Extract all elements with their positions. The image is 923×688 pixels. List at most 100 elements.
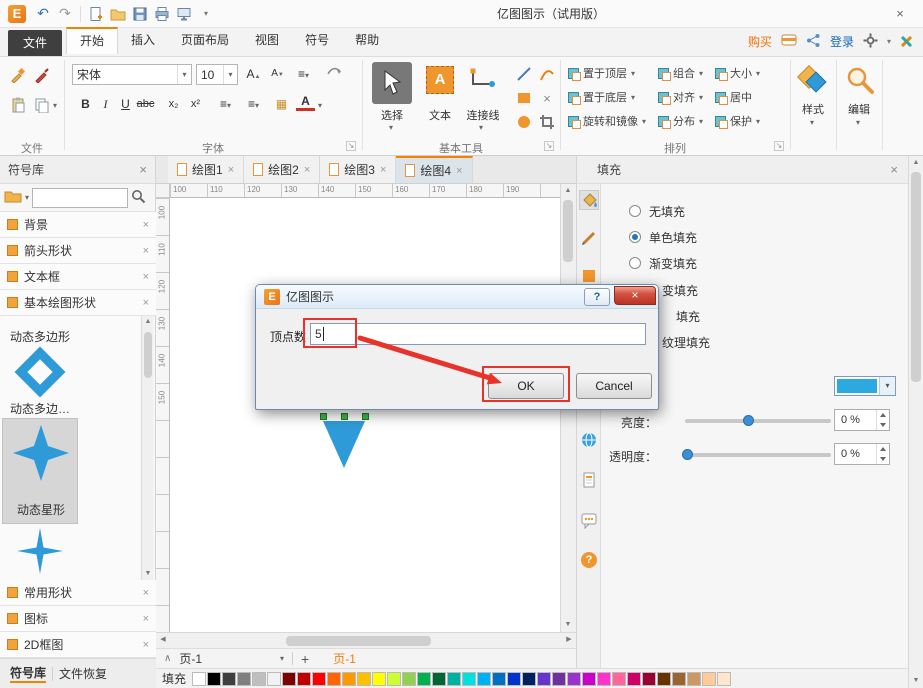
drawing-canvas[interactable] [170,198,560,632]
close-icon[interactable]: × [143,639,149,651]
crop-tool-icon[interactable] [537,112,557,132]
triangle-shape[interactable] [323,421,365,468]
chevron-down-icon[interactable]: ▾ [479,123,483,132]
fill-option[interactable]: 渐变填充 [629,250,697,276]
brightness-slider-handle[interactable] [743,415,754,426]
page-tab[interactable]: 页-1 [179,650,202,667]
chevron-down-icon[interactable]: ▾ [25,193,29,202]
align-text-icon[interactable]: ≡▾ [294,64,313,84]
edit-tool-icon[interactable] [845,65,875,98]
close-icon[interactable]: × [304,164,310,176]
hyperlink-globe-icon[interactable] [579,430,599,450]
style-button-label[interactable]: 样式 [790,101,836,117]
delete-tool-icon[interactable]: × [537,88,557,108]
palette-swatch[interactable] [297,672,311,686]
arrange-button[interactable]: 置于底层▾ [568,87,646,107]
edraw-promo-icon[interactable] [900,35,913,48]
palette-swatch[interactable] [627,672,641,686]
select-tool-icon[interactable] [372,62,412,104]
opacity-slider-handle[interactable] [682,449,693,460]
bold-button[interactable]: B [76,94,95,114]
symbol-category[interactable]: 图标× [0,606,156,632]
arrange-button[interactable]: 旋转和镜像▾ [568,111,646,131]
arrange-button[interactable]: 居中 [715,87,760,107]
scroll-up-icon[interactable]: ▲ [561,184,575,198]
file-menu-button[interactable]: 文件 [8,30,62,56]
menu-tab[interactable]: 开始 [66,27,118,54]
palette-swatch[interactable] [537,672,551,686]
palette-swatch[interactable] [237,672,251,686]
spinner-up-icon[interactable] [877,444,889,454]
scrollbar-thumb[interactable] [286,636,431,646]
text-direction-icon[interactable] [324,64,343,84]
palette-swatch[interactable] [222,672,236,686]
chevron-down-icon[interactable]: ▾ [53,101,57,110]
menu-tab[interactable]: 页面布局 [168,27,242,54]
line-tool-icon[interactable] [514,64,534,84]
line-spacing-icon[interactable]: ≡▾ [216,94,235,114]
cancel-button[interactable]: Cancel [576,373,652,399]
scroll-down-icon[interactable]: ▼ [909,674,923,688]
dialog-help-button[interactable]: ? [584,288,610,306]
close-icon[interactable]: × [143,587,149,599]
arrange-button[interactable]: 组合▾ [658,63,703,83]
scrollbar-thumb[interactable] [911,172,921,382]
symbol-item-selected[interactable]: 动态星形 [2,418,78,524]
scrollbar-thumb[interactable] [563,200,573,262]
select-tool-label[interactable]: 选择 [368,107,416,123]
chevron-down-icon[interactable]: ▾ [389,123,393,132]
chevron-down-icon[interactable]: ▾ [318,101,322,110]
palette-swatch[interactable] [612,672,626,686]
page-list-dropdown-icon[interactable]: ▾ [280,654,284,663]
palette-swatch[interactable] [477,672,491,686]
connector-tool-label[interactable]: 连接线 [458,107,508,123]
close-icon[interactable]: × [228,164,234,176]
radio-icon[interactable] [629,257,641,269]
spinner-up-icon[interactable] [877,410,889,420]
share-icon[interactable] [806,33,821,51]
italic-button[interactable]: I [96,94,115,114]
scroll-up-icon[interactable]: ▲ [909,156,923,170]
collapse-icon[interactable]: ∧ [164,653,171,664]
scroll-down-icon[interactable]: ▼ [561,618,575,632]
window-close-button[interactable]: × [885,6,915,21]
scroll-up-icon[interactable]: ▲ [142,316,154,328]
symbol-item-label[interactable]: 动态多边形 [0,328,80,345]
chevron-down-icon[interactable]: ▾ [810,118,814,127]
close-icon[interactable]: × [143,245,149,257]
line-style-pen-icon[interactable] [579,228,599,248]
dialog-launcher-icon[interactable]: ↘ [544,141,554,151]
chevron-down-icon[interactable]: ▾ [223,65,237,84]
font-name-combo[interactable]: 宋体 ▾ [72,64,192,85]
color-dropdown-icon[interactable]: ▾ [879,377,895,395]
save-button[interactable] [130,4,150,24]
palette-swatch[interactable] [507,672,521,686]
tab-file-recovery[interactable]: 文件恢复 [59,665,107,682]
palette-swatch[interactable] [417,672,431,686]
palette-swatch[interactable] [717,672,731,686]
scroll-left-icon[interactable]: ◀ [156,633,170,647]
text-tool-label[interactable]: 文本 [420,107,460,123]
opacity-slider-track[interactable] [685,453,831,457]
document-tab[interactable]: 绘图1× [168,156,244,183]
close-icon[interactable]: × [456,165,462,177]
symbol-category[interactable]: 常用形状× [0,580,156,606]
palette-swatch[interactable] [567,672,581,686]
radio-icon[interactable] [629,231,641,243]
text-tool-icon[interactable]: A [426,66,454,94]
palette-swatch[interactable] [327,672,341,686]
close-icon[interactable]: × [143,271,149,283]
undo-button[interactable]: ↶ [33,4,53,24]
palette-swatch[interactable] [657,672,671,686]
selection-handle[interactable] [362,413,369,420]
close-icon[interactable]: × [143,297,149,309]
scroll-right-icon[interactable]: ▶ [562,633,576,647]
fill-option[interactable]: 单色填充 [629,224,697,250]
library-folder-icon[interactable] [4,189,22,206]
palette-swatch[interactable] [597,672,611,686]
symbol-category[interactable]: 箭头形状× [0,238,156,264]
symbol-search-input[interactable] [32,188,128,208]
close-icon[interactable]: × [890,162,898,177]
menu-tab[interactable]: 视图 [242,27,292,54]
buy-link[interactable]: 购买 [748,33,772,50]
